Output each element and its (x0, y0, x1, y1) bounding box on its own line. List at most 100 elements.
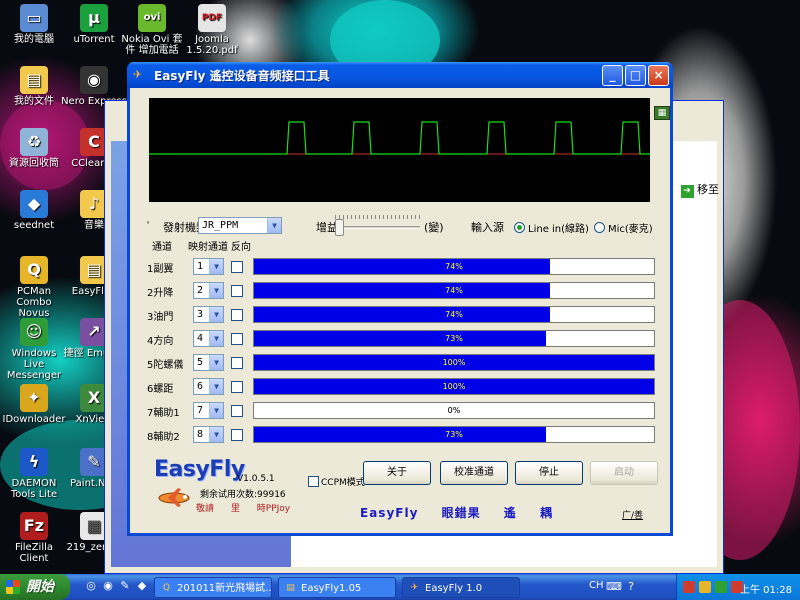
invert-checkbox[interactable] (231, 261, 243, 273)
footer-part: EasyFly (360, 506, 419, 520)
clock: 上午 01:28 (740, 585, 792, 596)
channel-name: 4方向 (147, 336, 174, 347)
help-icon[interactable]: ? (624, 580, 638, 594)
calibrate-channels-button[interactable]: 校准通道 (440, 461, 508, 485)
pcman-icon: Q (162, 583, 171, 593)
channel-row: 4方向 4 ▼ 73% (130, 330, 670, 348)
desktop-icon-seednet[interactable]: ◆ seednet (0, 190, 68, 231)
calculator-icon[interactable]: ▦ (654, 106, 670, 120)
window-titlebar[interactable]: ✈ EasyFly 遙控设备音频接口工具 _ □ × (127, 62, 673, 88)
recycle-bin-icon: ♻ (20, 128, 48, 156)
taskbar-item[interactable]: Q 201011新光飛場試... (154, 577, 272, 598)
easyfly-window[interactable]: ✈ EasyFly 遙控设备音频接口工具 _ □ × ▦ ﾟ 發射機類型: JR… (127, 62, 673, 536)
desktop-icon-pcman[interactable]: Q PCMan Combo Novus (0, 256, 68, 319)
taskbar-item[interactable]: ✈ EasyFly 1.0 (402, 577, 520, 598)
credit-b: 里 (230, 504, 240, 514)
keyboard-icon[interactable]: ⌨ (606, 580, 622, 594)
tray-icon[interactable] (699, 581, 711, 593)
invert-checkbox[interactable] (231, 381, 243, 393)
version-label: V1.0.5.1 (237, 474, 275, 484)
desktop-icon-filezilla[interactable]: Fz FileZilla Client (0, 512, 68, 564)
stop-button[interactable]: 停止 (515, 461, 583, 485)
channel-name: 5陀螺儀 (147, 360, 184, 371)
language-indicator[interactable]: CH (589, 580, 604, 591)
utorrent-icon: µ (80, 4, 108, 32)
slider-thumb[interactable] (335, 219, 344, 236)
channel-map-select[interactable]: 2 ▼ (193, 282, 224, 299)
quicklaunch-icon[interactable]: ✎ (118, 579, 132, 593)
channel-level-percent: 74% (445, 262, 463, 271)
close-button[interactable]: × (648, 64, 669, 86)
footer-text: EasyFly 眼錯果 遙 耦 (360, 504, 571, 521)
ccpm-mode-checkbox[interactable]: CCPM模式 (308, 475, 365, 488)
desktop-icon-recycle-bin[interactable]: ♻ 資源回收筒 (0, 128, 68, 169)
taskbar-item[interactable]: ▤ EasyFly1.05 (278, 577, 396, 598)
mic-label: Mic(麥克) (608, 224, 653, 235)
invert-checkbox[interactable] (231, 333, 243, 345)
channel-name: 2升降 (147, 288, 174, 299)
credits-line: 敬請 里 時PPJoy (196, 501, 304, 514)
channel-map-select[interactable]: 7 ▼ (193, 402, 224, 419)
channel-map-value: 3 (197, 309, 204, 320)
channel-map-select[interactable]: 3 ▼ (193, 306, 224, 323)
desktop-icon-label: FileZilla Client (14, 542, 54, 564)
invert-checkbox[interactable] (231, 285, 243, 297)
line-in-radio[interactable]: Line in(線路) (514, 220, 589, 235)
folder-icon: ▤ (286, 583, 295, 593)
invert-checkbox[interactable] (231, 405, 243, 417)
channel-map-value: 5 (197, 357, 204, 368)
channel-level-bar: 74% (253, 306, 655, 323)
channel-name: 1副翼 (147, 264, 174, 275)
easyfly-logo: EasyFly (154, 457, 245, 482)
invert-checkbox[interactable] (231, 429, 243, 441)
mic-radio[interactable]: Mic(麥克) (594, 220, 653, 235)
start-label: 開始 (26, 579, 54, 595)
start-button[interactable]: 启动 (590, 461, 658, 485)
channel-map-value: 6 (197, 381, 204, 392)
desktop-icon-my-computer[interactable]: ▭ 我的電腦 (0, 4, 68, 45)
tray-icon[interactable] (715, 581, 727, 593)
chevron-down-icon: ▼ (209, 355, 223, 370)
maximize-button[interactable]: □ (625, 64, 646, 86)
taskbar: 開始 ◎ ◉ ✎ ◆ Q 201011新光飛場試... ▤ EasyFly1.05 … (0, 574, 800, 600)
tray-icon[interactable] (683, 581, 695, 593)
idownloader-icon: ✦ (20, 384, 48, 412)
chevron-down-icon: ▼ (209, 283, 223, 298)
checkbox-box (308, 476, 319, 487)
channel-map-select[interactable]: 6 ▼ (193, 378, 224, 395)
desktop-icon-label: DAEMON Tools Lite (10, 478, 58, 500)
chevron-down-icon: ▼ (209, 331, 223, 346)
gain-slider[interactable] (335, 215, 420, 237)
channel-row: 8輔助2 8 ▼ 73% (130, 426, 670, 444)
about-button[interactable]: 关于 (363, 461, 431, 485)
minimize-button[interactable]: _ (602, 64, 623, 86)
quicklaunch-icon[interactable]: ◆ (135, 579, 149, 593)
channel-row: 6螺距 6 ▼ 100% (130, 378, 670, 396)
desktop-icon-daemon-tools[interactable]: ϟ DAEMON Tools Lite (0, 448, 68, 500)
channel-map-select[interactable]: 8 ▼ (193, 426, 224, 443)
start-button[interactable]: 開始 (0, 574, 70, 600)
desktop-icon-nokia-ovi[interactable]: ovi Nokia Ovi 套件 增加電話 (118, 4, 186, 56)
channel-map-select[interactable]: 5 ▼ (193, 354, 224, 371)
quicklaunch-icon[interactable]: ◉ (101, 579, 115, 593)
channel-map-select[interactable]: 4 ▼ (193, 330, 224, 347)
channel-level-percent: 73% (445, 430, 463, 439)
daemon-tools-icon: ϟ (20, 448, 48, 476)
channel-map-select[interactable]: 1 ▼ (193, 258, 224, 275)
channel-level-percent: 74% (445, 286, 463, 295)
desktop-icon-joomla-pdf[interactable]: PDF Joomla 1.5.20.pdf (178, 4, 246, 56)
pcman-icon: Q (20, 256, 48, 284)
desktop-icon-live-messenger[interactable]: ☺ Windows Live Messenger (0, 318, 68, 381)
invert-checkbox[interactable] (231, 357, 243, 369)
go-button[interactable]: ➔ 移至 (680, 181, 719, 198)
quicklaunch-icon[interactable]: ◎ (84, 579, 98, 593)
channel-level-bar: 74% (253, 258, 655, 275)
folder-icon: ▤ (20, 66, 48, 94)
desktop-icon-idownloader[interactable]: ✦ IDownloader (0, 384, 68, 425)
invert-checkbox[interactable] (231, 309, 243, 321)
row-marker: ﾟ (147, 222, 152, 232)
desktop-icon-my-documents[interactable]: ▤ 我的文件 (0, 66, 68, 107)
transmitter-type-select[interactable]: JR_PPM ▼ (198, 217, 282, 234)
seednet-icon: ◆ (20, 190, 48, 218)
slider-track (335, 226, 420, 229)
